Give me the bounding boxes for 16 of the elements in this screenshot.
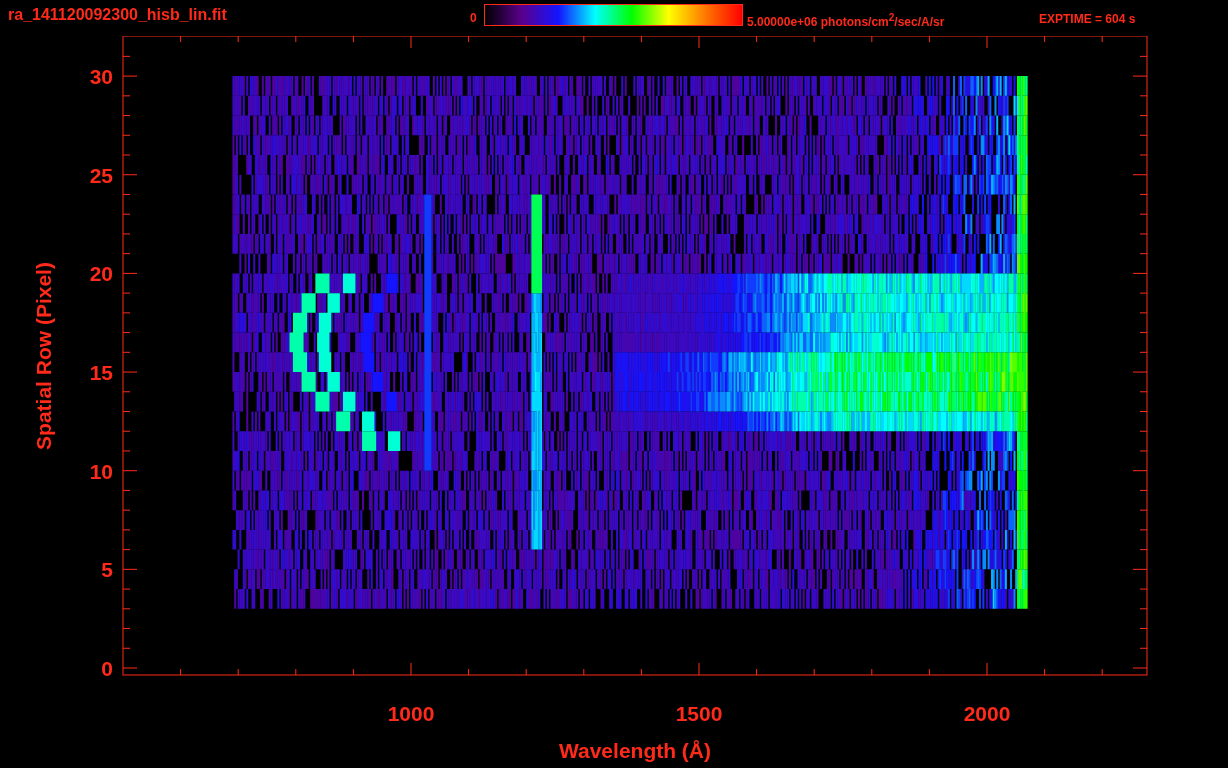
y-axis-title: Spatial Row (Pixel) xyxy=(32,262,55,450)
y-tick-label: 0 xyxy=(101,657,113,680)
x-axis-title: Wavelength (Å) xyxy=(558,739,712,762)
file-title: ra_141120092300_hisb_lin.fit xyxy=(8,6,228,24)
x-tick-label: 2000 xyxy=(963,702,1011,725)
y-tick-label: 5 xyxy=(101,558,113,582)
y-tick-label: 25 xyxy=(89,163,113,187)
y-tick-label: 15 xyxy=(89,361,113,385)
x-tick-label: 1500 xyxy=(675,702,723,725)
y-tick-label: 30 xyxy=(89,65,113,89)
colorbar-max-label: 5.00000e+06 photons/cm$^{2}$/sec/A/sr xyxy=(747,12,946,29)
y-tick-label: 10 xyxy=(89,459,113,483)
colorbar-min-label: 0 xyxy=(470,11,478,25)
y-tick-label: 20 xyxy=(89,262,113,286)
exposure-time: EXPTIME = 604 s xyxy=(1039,12,1136,26)
x-tick-label: 1000 xyxy=(387,702,435,725)
